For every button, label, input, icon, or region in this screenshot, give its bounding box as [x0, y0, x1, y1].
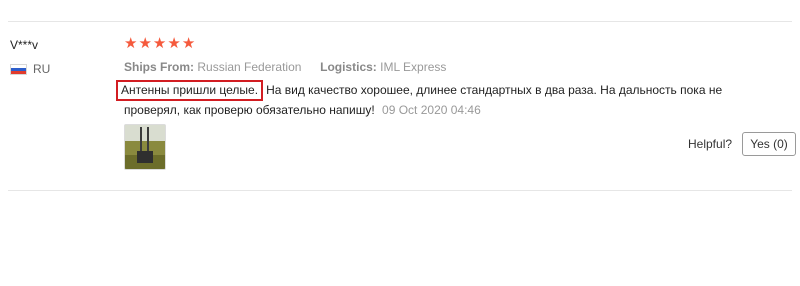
star-icon: ★ [181, 35, 196, 52]
star-icon: ★ [167, 35, 181, 52]
star-icon: ★ [138, 35, 152, 52]
reviewer-country: RU [10, 62, 50, 76]
ships-from-value: Russian Federation [197, 60, 302, 74]
reviewer-name: V***v [10, 38, 39, 52]
star-icon: ★ [152, 35, 167, 52]
highlighted-text: Антенны пришли целые. [116, 80, 264, 101]
russia-flag-icon [10, 63, 27, 75]
antenna-photo-image [125, 125, 165, 169]
divider-bottom [8, 190, 792, 191]
star-rating: ★ ★ ★ ★ ★ [124, 36, 195, 52]
helpful-label: Helpful? [688, 137, 733, 151]
review-text: Антенны пришли целые. На вид качество хор… [116, 80, 756, 120]
review-photo-thumbnail[interactable] [124, 124, 166, 170]
logistics-value: IML Express [380, 60, 447, 74]
review-text-line2: проверял, как проверю обязательно напишу… [124, 103, 375, 117]
review-date: 09 Oct 2020 04:46 [382, 103, 481, 117]
divider-top [8, 21, 792, 22]
ships-from-label: Ships From: [124, 60, 195, 74]
review-text-line1: На вид качество хорошее, длинее стандарт… [266, 83, 723, 97]
star-icon: ★ [124, 35, 138, 52]
review-meta: Ships From: Russian Federation Logistics… [124, 60, 446, 74]
logistics-label: Logistics: [320, 60, 377, 74]
helpful-yes-button[interactable]: Yes (0) [742, 132, 796, 156]
country-code: RU [33, 62, 51, 76]
